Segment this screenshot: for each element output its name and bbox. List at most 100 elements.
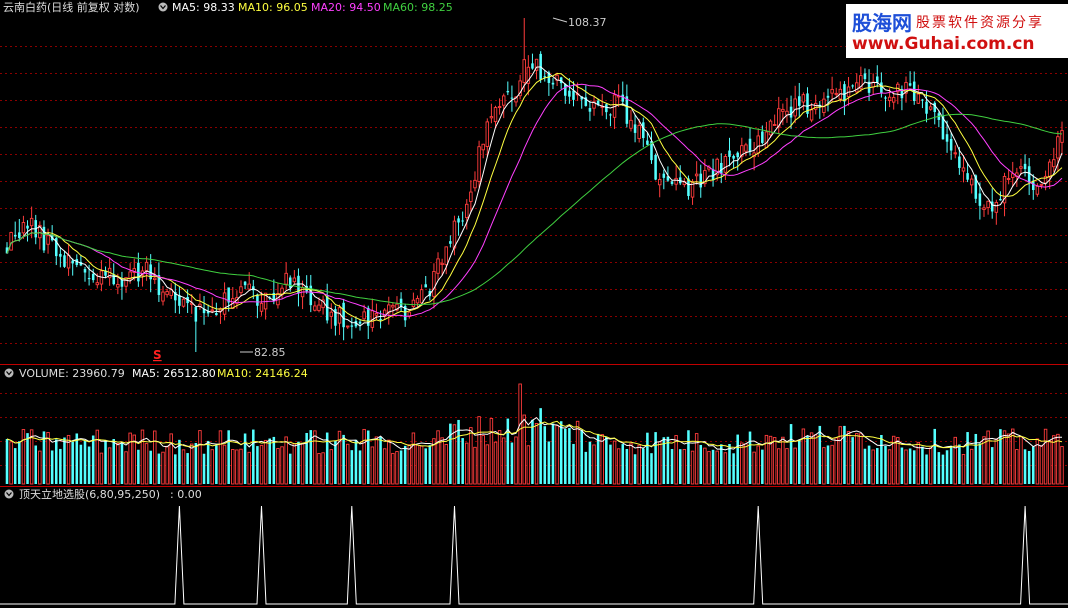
candle-body-up — [522, 59, 526, 83]
candle-body-up — [46, 235, 50, 245]
candle-body-down — [510, 97, 514, 99]
volume-bar-up — [497, 430, 502, 485]
candle-body-up — [891, 97, 896, 103]
volume-bar-up — [501, 437, 506, 485]
candle-body-up — [153, 277, 157, 280]
volume-bar-up — [218, 430, 223, 485]
candle-body-up — [489, 116, 494, 119]
volume-ma5-line — [6, 416, 1063, 451]
ma5-line — [6, 66, 1063, 327]
volume-bar-down — [646, 432, 649, 484]
watermark-slogan: 股票软件资源分享 — [916, 15, 1044, 31]
candle-body-down — [1023, 163, 1027, 170]
volume-bar-down — [678, 449, 682, 484]
candle-body-down — [461, 220, 464, 222]
volume-bar-down — [252, 429, 255, 484]
candle-body-up — [801, 94, 806, 103]
volume-ma10-label: MA10: 24146.24 — [217, 367, 308, 380]
candle-body-down — [13, 234, 17, 237]
candle-body-up — [1035, 185, 1040, 195]
volume-bar-down — [75, 433, 79, 484]
volume-bar-down — [457, 419, 460, 484]
volume-bar-up — [904, 449, 908, 485]
volume-bar-down — [305, 432, 308, 484]
candle-body-down — [699, 173, 703, 188]
indicator-value: : 0.00 — [170, 488, 202, 501]
indicator-pane-menu-icon[interactable] — [4, 489, 14, 499]
volume-bar-up — [116, 443, 120, 485]
volume-bar-up — [165, 445, 169, 485]
volume-bar-down — [137, 449, 140, 484]
candle-body-down — [288, 277, 292, 288]
volume-bar-up — [362, 428, 366, 485]
volume-bar-up — [1002, 430, 1007, 485]
volume-bar-up — [440, 437, 444, 485]
volume-bar-up — [276, 448, 280, 485]
volume-bar-up — [99, 452, 104, 485]
volume-bar-up — [411, 432, 416, 485]
candle-body-up — [473, 179, 477, 189]
volume-bar-down — [605, 436, 608, 484]
low-price-label: 82.85 — [254, 346, 286, 359]
watermark-brand: 股海网 — [852, 11, 912, 35]
volume-bar-up — [407, 444, 412, 485]
candle-body-down — [551, 82, 555, 85]
volume-bar-up — [107, 447, 112, 485]
volume-bar-down — [354, 439, 358, 484]
volume-bar-down — [87, 446, 91, 484]
volume-bar-down — [588, 441, 592, 484]
volume-bar-down — [59, 448, 62, 484]
volume-bar-down — [596, 433, 600, 484]
candle-body-up — [1060, 130, 1064, 143]
volume-bar-down — [83, 440, 87, 484]
volume-bar-up — [374, 436, 379, 485]
volume-bar-up — [514, 436, 518, 485]
volume-bar-down — [54, 439, 58, 484]
volume-bar-up — [239, 448, 243, 485]
volume-bar-up — [481, 435, 485, 485]
volume-bar-down — [256, 446, 259, 484]
volume-bar-up — [838, 426, 843, 485]
volume-bar-up — [444, 444, 448, 485]
volume-bar-up — [674, 435, 678, 485]
volume-bar-up — [329, 449, 334, 485]
candle-body-down — [921, 99, 924, 101]
volume-bar-up — [600, 434, 604, 485]
volume-bar-down — [728, 444, 731, 484]
candle-body-up — [21, 222, 26, 234]
candle-body-down — [625, 96, 629, 124]
volume-bar-up — [284, 436, 288, 485]
volume-bar-down — [884, 445, 887, 484]
candle-body-down — [358, 321, 362, 324]
volume-bar-up — [723, 452, 728, 485]
volume-label: VOLUME: 23960.79 — [19, 367, 125, 380]
volume-bars — [5, 383, 1064, 485]
volume-bar-down — [268, 438, 271, 484]
volume-bar-down — [625, 448, 629, 484]
volume-bar-down — [5, 438, 9, 484]
volume-pane-menu-icon[interactable] — [4, 368, 14, 378]
volume-bar-down — [243, 433, 247, 484]
volume-bar-up — [345, 443, 350, 485]
candle-body-down — [568, 90, 571, 97]
candle-body-up — [222, 292, 227, 315]
volume-bar-up — [916, 441, 921, 485]
pane-menu-icon[interactable] — [158, 2, 168, 12]
candle-body-up — [1006, 178, 1011, 180]
candle-body-down — [572, 90, 575, 100]
volume-bar-up — [522, 414, 526, 485]
candle-body-down — [908, 83, 912, 86]
volume-bar-up — [793, 447, 797, 485]
volume-bar-down — [945, 450, 949, 484]
indicator-line — [0, 505, 1068, 605]
candle-body-up — [694, 173, 699, 177]
volume-bar-up — [612, 440, 617, 485]
volume-bar-down — [71, 441, 74, 484]
high-price-label: 108.37 — [568, 16, 607, 29]
volume-bar-up — [259, 444, 264, 485]
candle-body-down — [342, 302, 345, 328]
volume-bar-up — [46, 432, 50, 485]
volume-bar-up — [321, 452, 325, 485]
volume-bar-down — [568, 428, 571, 484]
volume-bar-down — [580, 429, 583, 484]
